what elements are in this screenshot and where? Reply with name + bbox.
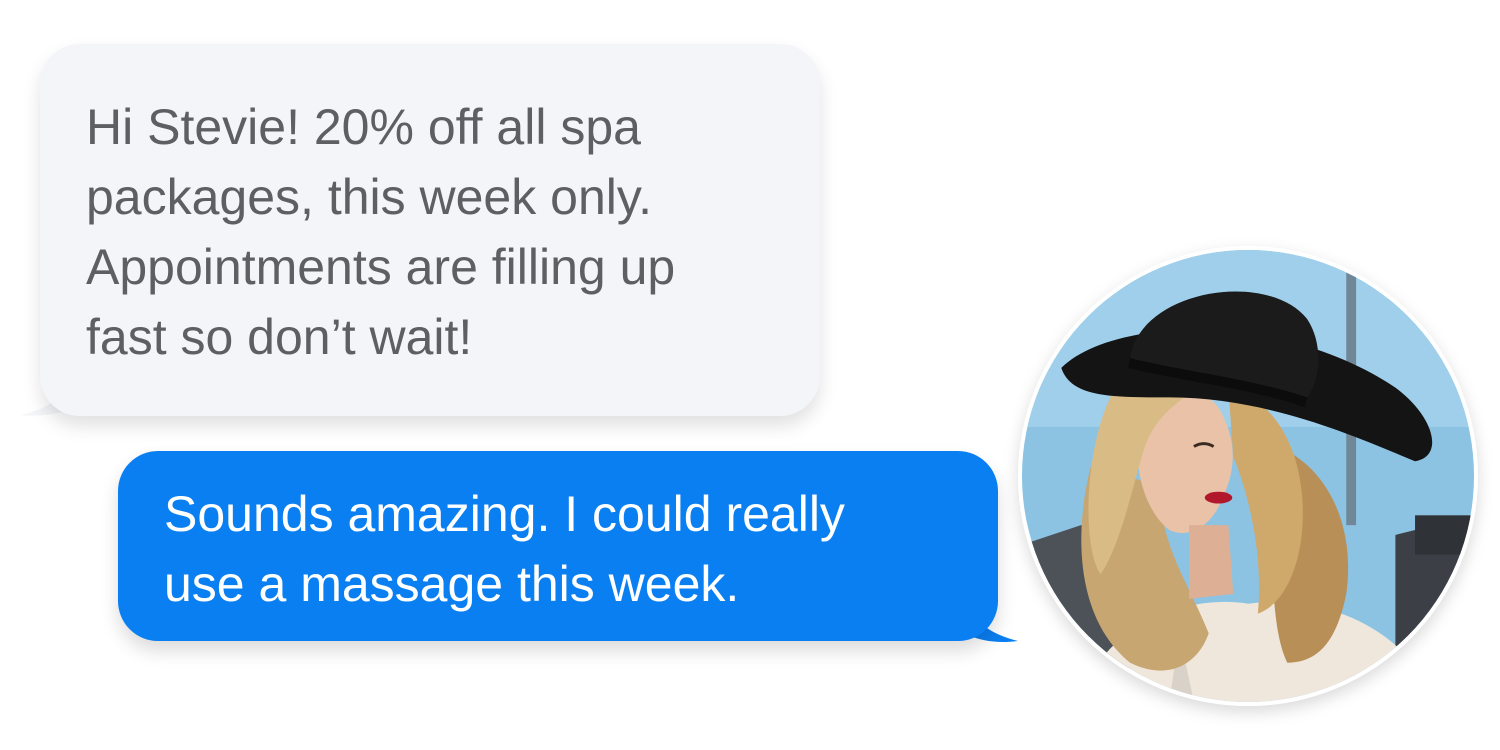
outgoing-message-bubble: Sounds amazing. I could really use a mas… xyxy=(118,451,998,641)
message-thread: Hi Stevie! 20% off all spa packages, thi… xyxy=(0,0,1500,750)
outgoing-message-text: Sounds amazing. I could really use a mas… xyxy=(164,486,845,612)
person-photo-avatar-icon xyxy=(1022,250,1474,702)
incoming-message-text: Hi Stevie! 20% off all spa packages, thi… xyxy=(86,99,676,365)
incoming-message-bubble: Hi Stevie! 20% off all spa packages, thi… xyxy=(40,44,820,416)
contact-avatar xyxy=(1018,246,1478,706)
